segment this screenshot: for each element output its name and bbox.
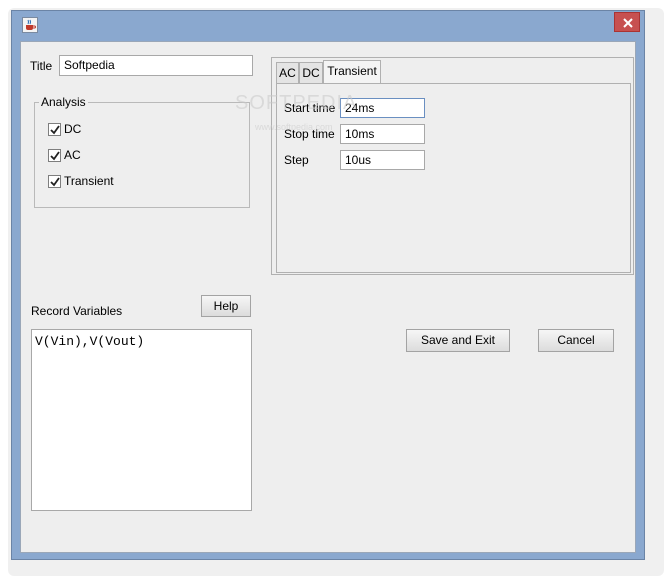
dialog-window: Title Softpedia Analysis DC AC Transient… — [11, 10, 645, 560]
dc-checkbox[interactable] — [48, 123, 61, 136]
stop-time-input[interactable]: 10ms — [340, 124, 425, 144]
titlebar[interactable] — [12, 11, 644, 39]
java-cup-icon — [22, 17, 38, 33]
step-input[interactable]: 10us — [340, 150, 425, 170]
watermark-text: SOFTPEDIA — [235, 92, 358, 114]
close-icon — [623, 18, 633, 28]
cancel-button[interactable]: Cancel — [538, 329, 614, 352]
analysis-tabs: AC DC Transient Start time 24ms Stop tim… — [271, 57, 634, 275]
record-variables-textarea[interactable]: V(Vin),V(Vout) — [31, 329, 252, 511]
record-variables-label: Record Variables — [31, 304, 123, 318]
save-and-exit-button[interactable]: Save and Exit — [406, 329, 510, 352]
tab-ac[interactable]: AC — [276, 62, 299, 83]
title-label: Title — [30, 59, 53, 73]
title-input[interactable]: Softpedia — [59, 55, 253, 76]
step-label: Step — [284, 153, 309, 167]
check-icon — [50, 125, 60, 135]
check-icon — [50, 177, 60, 187]
tab-dc[interactable]: DC — [299, 62, 323, 83]
close-button[interactable] — [614, 12, 640, 32]
transient-label: Transient — [64, 174, 114, 188]
transient-checkbox[interactable] — [48, 175, 61, 188]
check-icon — [50, 151, 60, 161]
analysis-group: Analysis DC AC Transient — [34, 95, 250, 208]
tab-transient[interactable]: Transient — [323, 60, 381, 83]
client-area: Title Softpedia Analysis DC AC Transient… — [20, 41, 636, 553]
analysis-group-title: Analysis — [39, 95, 88, 109]
ac-checkbox[interactable] — [48, 149, 61, 162]
help-button[interactable]: Help — [201, 295, 251, 317]
ac-label: AC — [64, 148, 81, 162]
dc-label: DC — [64, 122, 82, 136]
watermark-url: www.softpedia.com — [255, 122, 333, 132]
